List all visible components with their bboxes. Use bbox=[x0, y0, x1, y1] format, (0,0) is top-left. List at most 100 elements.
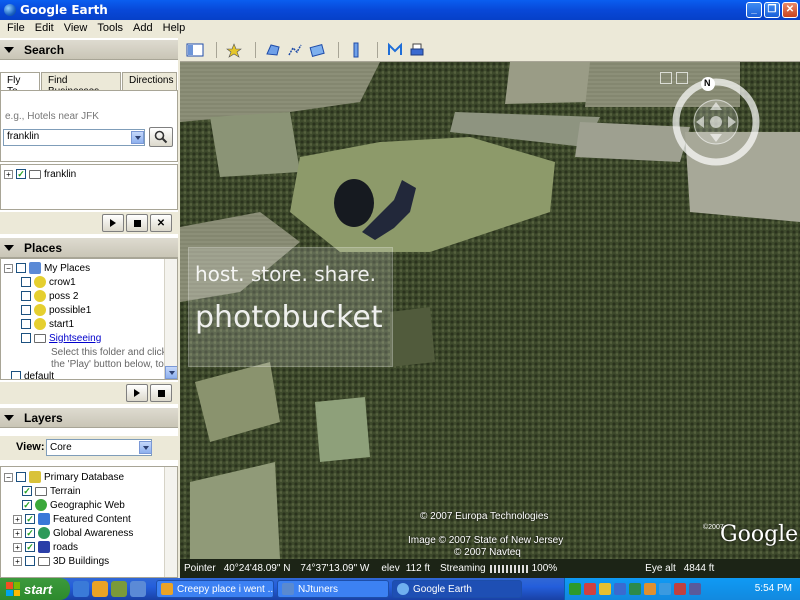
tour-play-button[interactable] bbox=[126, 384, 148, 402]
quick-launch-firefox-icon[interactable] bbox=[92, 581, 108, 597]
layer-checkbox[interactable]: ✓ bbox=[25, 528, 35, 538]
satellite-imagery[interactable]: host. store. share. photobucket N © 2007… bbox=[180, 62, 800, 559]
tray-update-icon[interactable] bbox=[644, 583, 656, 595]
task-njtuners[interactable]: NJtuners bbox=[277, 580, 389, 598]
place-checkbox[interactable] bbox=[21, 277, 31, 287]
menu-help[interactable]: Help bbox=[158, 22, 191, 34]
place-checkbox[interactable] bbox=[11, 371, 21, 379]
layer-checkbox[interactable]: ✓ bbox=[25, 514, 35, 524]
search-button[interactable] bbox=[149, 127, 173, 147]
layer-checkbox[interactable] bbox=[25, 556, 35, 566]
search-input[interactable]: franklin bbox=[3, 129, 145, 146]
place-item-possible1[interactable]: possible1 bbox=[21, 303, 91, 317]
search-panel-header[interactable]: Search bbox=[0, 40, 178, 60]
tab-find-businesses[interactable]: Find Businesses bbox=[41, 72, 121, 97]
menu-edit[interactable]: Edit bbox=[30, 22, 59, 34]
tray-shield-icon[interactable] bbox=[629, 583, 641, 595]
layer-terrain[interactable]: ✓ Terrain bbox=[22, 484, 81, 498]
title-bar[interactable]: Google Earth _ ❐ ✕ bbox=[0, 0, 800, 20]
restore-button[interactable]: ❐ bbox=[764, 2, 780, 18]
collapse-icon[interactable]: − bbox=[4, 472, 13, 482]
layer-roads[interactable]: + ✓ roads bbox=[13, 540, 78, 554]
play-button[interactable] bbox=[102, 214, 124, 232]
expand-icon[interactable]: + bbox=[13, 514, 22, 524]
sightseeing-link[interactable]: Sightseeing bbox=[49, 333, 101, 344]
tray-monitor-icon[interactable] bbox=[614, 583, 626, 595]
layer-global-awareness[interactable]: + ✓ Global Awareness bbox=[13, 526, 133, 540]
place-item-my-places[interactable]: − My Places bbox=[4, 261, 90, 275]
task-google-earth[interactable]: Google Earth bbox=[392, 580, 522, 598]
expand-icon[interactable]: + bbox=[4, 169, 13, 179]
clear-search-button[interactable]: ✕ bbox=[150, 214, 172, 232]
place-checkbox[interactable] bbox=[21, 333, 31, 343]
menu-file[interactable]: File bbox=[2, 22, 30, 34]
task-label: Creepy place i went ... bbox=[177, 583, 274, 595]
image-overlay-button[interactable] bbox=[308, 42, 326, 58]
result-checkbox[interactable]: ✓ bbox=[16, 169, 26, 179]
layer-checkbox[interactable]: ✓ bbox=[22, 500, 32, 510]
tab-fly-to[interactable]: Fly To bbox=[0, 72, 40, 97]
tray-antivirus-icon[interactable] bbox=[584, 583, 596, 595]
menu-view[interactable]: View bbox=[59, 22, 93, 34]
path-button[interactable] bbox=[286, 42, 304, 58]
ruler-button[interactable] bbox=[347, 42, 365, 58]
layer-featured-content[interactable]: + ✓ Featured Content bbox=[13, 512, 131, 526]
menu-add[interactable]: Add bbox=[128, 22, 158, 34]
print-button[interactable] bbox=[408, 42, 426, 58]
minimize-button[interactable]: _ bbox=[746, 2, 762, 18]
collapse-triangle-icon[interactable] bbox=[4, 414, 14, 421]
tray-network-icon[interactable] bbox=[569, 583, 581, 595]
quick-launch-app-icon[interactable] bbox=[111, 581, 127, 597]
result-item-franklin[interactable]: + ✓ franklin bbox=[4, 167, 76, 181]
sidebar-toggle-button[interactable] bbox=[186, 42, 204, 58]
place-checkbox[interactable] bbox=[21, 305, 31, 315]
tab-directions[interactable]: Directions bbox=[122, 72, 177, 90]
place-checkbox[interactable] bbox=[16, 263, 26, 273]
tray-warning-icon[interactable] bbox=[599, 583, 611, 595]
collapse-triangle-icon[interactable] bbox=[4, 244, 14, 251]
places-scrollbar[interactable] bbox=[164, 259, 177, 379]
stop-button[interactable] bbox=[126, 214, 148, 232]
places-panel-header[interactable]: Places bbox=[0, 238, 178, 258]
place-item-crow1[interactable]: crow1 bbox=[21, 275, 76, 289]
tour-stop-button[interactable] bbox=[150, 384, 172, 402]
search-history-dropdown[interactable] bbox=[131, 131, 144, 144]
email-button[interactable] bbox=[386, 42, 404, 58]
layer-checkbox[interactable]: ✓ bbox=[22, 486, 32, 496]
navigation-controls[interactable]: N bbox=[668, 70, 768, 170]
tray-app-icon[interactable] bbox=[674, 583, 686, 595]
expand-icon[interactable]: + bbox=[13, 528, 22, 538]
menu-tools[interactable]: Tools bbox=[92, 22, 128, 34]
close-button[interactable]: ✕ bbox=[782, 2, 798, 18]
place-item-poss-2[interactable]: poss 2 bbox=[21, 289, 78, 303]
layers-panel-header[interactable]: Layers bbox=[0, 408, 178, 428]
look-joystick-icon[interactable] bbox=[660, 72, 672, 84]
layers-scrollbar[interactable] bbox=[164, 467, 177, 577]
quick-launch-ie-icon[interactable] bbox=[73, 581, 89, 597]
layer-checkbox[interactable] bbox=[16, 472, 26, 482]
layer-checkbox[interactable]: ✓ bbox=[25, 542, 35, 552]
quick-launch-earth-icon[interactable] bbox=[130, 581, 146, 597]
place-checkbox[interactable] bbox=[21, 291, 31, 301]
place-item-sightseeing[interactable]: Sightseeing bbox=[21, 331, 101, 345]
collapse-icon[interactable]: − bbox=[4, 263, 13, 273]
place-checkbox[interactable] bbox=[21, 319, 31, 329]
scroll-down-arrow[interactable] bbox=[165, 366, 177, 379]
expand-icon[interactable]: + bbox=[13, 556, 22, 566]
place-item-start1[interactable]: start1 bbox=[21, 317, 74, 331]
move-joystick-icon[interactable] bbox=[676, 72, 688, 84]
layer-geographic-web[interactable]: ✓ Geographic Web bbox=[22, 498, 125, 512]
task-creepy-place[interactable]: Creepy place i went ... bbox=[156, 580, 274, 598]
layer-primary-database[interactable]: − Primary Database bbox=[4, 470, 124, 484]
placemark-button[interactable] bbox=[225, 42, 243, 58]
view-select[interactable]: Core bbox=[46, 439, 152, 456]
start-button[interactable]: start bbox=[0, 578, 70, 600]
view-dropdown-arrow[interactable] bbox=[139, 441, 152, 454]
expand-icon[interactable]: + bbox=[13, 542, 22, 552]
place-item-default[interactable]: default bbox=[11, 369, 54, 379]
tray-volume-icon[interactable] bbox=[689, 583, 701, 595]
polygon-button[interactable] bbox=[264, 42, 282, 58]
layer-3d-buildings[interactable]: + 3D Buildings bbox=[13, 554, 109, 568]
collapse-triangle-icon[interactable] bbox=[4, 46, 14, 53]
tray-messenger-icon[interactable] bbox=[659, 583, 671, 595]
